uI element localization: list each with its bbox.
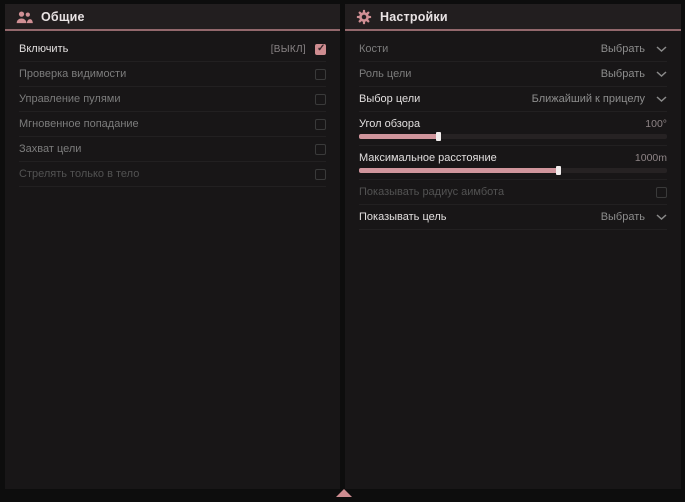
row-target-role: Роль цели Выбрать (359, 62, 667, 87)
panel-general-header: Общие (5, 4, 340, 31)
scroll-up-triangle-icon[interactable] (336, 489, 352, 497)
visibility-check-checkbox[interactable] (315, 69, 326, 80)
panel-settings: Настройки Кости Выбрать Роль цели Выбрат… (345, 4, 681, 489)
row-max-distance: Максимальное расстояние 1000m (359, 146, 667, 180)
row-visibility-check: Проверка видимости (19, 62, 326, 87)
panel-settings-header: Настройки (345, 4, 681, 31)
panel-general-title: Общие (41, 10, 85, 24)
row-enable-label: Включить (19, 43, 68, 55)
row-target-lock: Захват цели (19, 137, 326, 162)
row-shoot-body-only: Стрелять только в тело (19, 162, 326, 187)
fov-slider-handle[interactable] (436, 132, 441, 141)
row-show-aimbot-radius-label: Показывать радиус аимбота (359, 186, 504, 198)
panel-general-rows: Включить [ВЫКЛ] Проверка видимости Управ… (5, 31, 340, 187)
panel-settings-rows: Кости Выбрать Роль цели Выбрать Выбор це… (345, 31, 681, 230)
row-bullet-control: Управление пулями (19, 87, 326, 112)
max-distance-slider[interactable] (359, 168, 667, 173)
fov-slider[interactable] (359, 134, 667, 139)
row-fov: Угол обзора 100° (359, 112, 667, 146)
max-distance-slider-fill (359, 168, 559, 173)
gear-icon (356, 9, 372, 25)
row-show-aimbot-radius: Показывать радиус аимбота (359, 180, 667, 205)
instant-hit-checkbox[interactable] (315, 119, 326, 130)
row-bones-label: Кости (359, 43, 388, 55)
enable-checkbox[interactable] (315, 44, 326, 55)
bullet-control-checkbox[interactable] (315, 94, 326, 105)
row-shoot-body-only-label: Стрелять только в тело (19, 168, 139, 180)
target-role-dropdown-value: Выбрать (601, 68, 645, 80)
row-target-selection-label: Выбор цели (359, 93, 420, 105)
row-fov-label: Угол обзора (359, 118, 420, 130)
row-show-target: Показывать цель Выбрать (359, 205, 667, 230)
chevron-down-icon (656, 96, 667, 102)
row-instant-hit: Мгновенное попадание (19, 112, 326, 137)
row-enable: Включить [ВЫКЛ] (19, 37, 326, 62)
row-instant-hit-label: Мгновенное попадание (19, 118, 139, 130)
chevron-down-icon (656, 71, 667, 77)
row-target-role-label: Роль цели (359, 68, 411, 80)
row-target-lock-label: Захват цели (19, 143, 81, 155)
show-target-dropdown[interactable]: Выбрать (601, 211, 667, 223)
bones-dropdown[interactable]: Выбрать (601, 43, 667, 55)
row-show-target-label: Показывать цель (359, 211, 447, 223)
target-role-dropdown[interactable]: Выбрать (601, 68, 667, 80)
show-aimbot-radius-checkbox[interactable] (656, 187, 667, 198)
fov-value: 100° (645, 118, 667, 130)
max-distance-slider-handle[interactable] (556, 166, 561, 175)
target-selection-dropdown-value: Ближайший к прицелу (532, 93, 645, 105)
target-selection-dropdown[interactable]: Ближайший к прицелу (532, 93, 667, 105)
shoot-body-only-checkbox[interactable] (315, 169, 326, 180)
max-distance-value: 1000m (635, 152, 667, 164)
row-visibility-check-label: Проверка видимости (19, 68, 126, 80)
row-bones: Кости Выбрать (359, 37, 667, 62)
panel-settings-title: Настройки (380, 10, 448, 24)
row-bullet-control-label: Управление пулями (19, 93, 121, 105)
row-max-distance-label: Максимальное расстояние (359, 152, 497, 164)
chevron-down-icon (656, 214, 667, 220)
bones-dropdown-value: Выбрать (601, 43, 645, 55)
chevron-down-icon (656, 46, 667, 52)
fov-slider-fill (359, 134, 439, 139)
users-icon (16, 10, 33, 24)
panel-general: Общие Включить [ВЫКЛ] Проверка видимости… (5, 4, 340, 489)
target-lock-checkbox[interactable] (315, 144, 326, 155)
show-target-dropdown-value: Выбрать (601, 211, 645, 223)
row-target-selection: Выбор цели Ближайший к прицелу (359, 87, 667, 112)
keybind-tag[interactable]: [ВЫКЛ] (271, 44, 306, 55)
